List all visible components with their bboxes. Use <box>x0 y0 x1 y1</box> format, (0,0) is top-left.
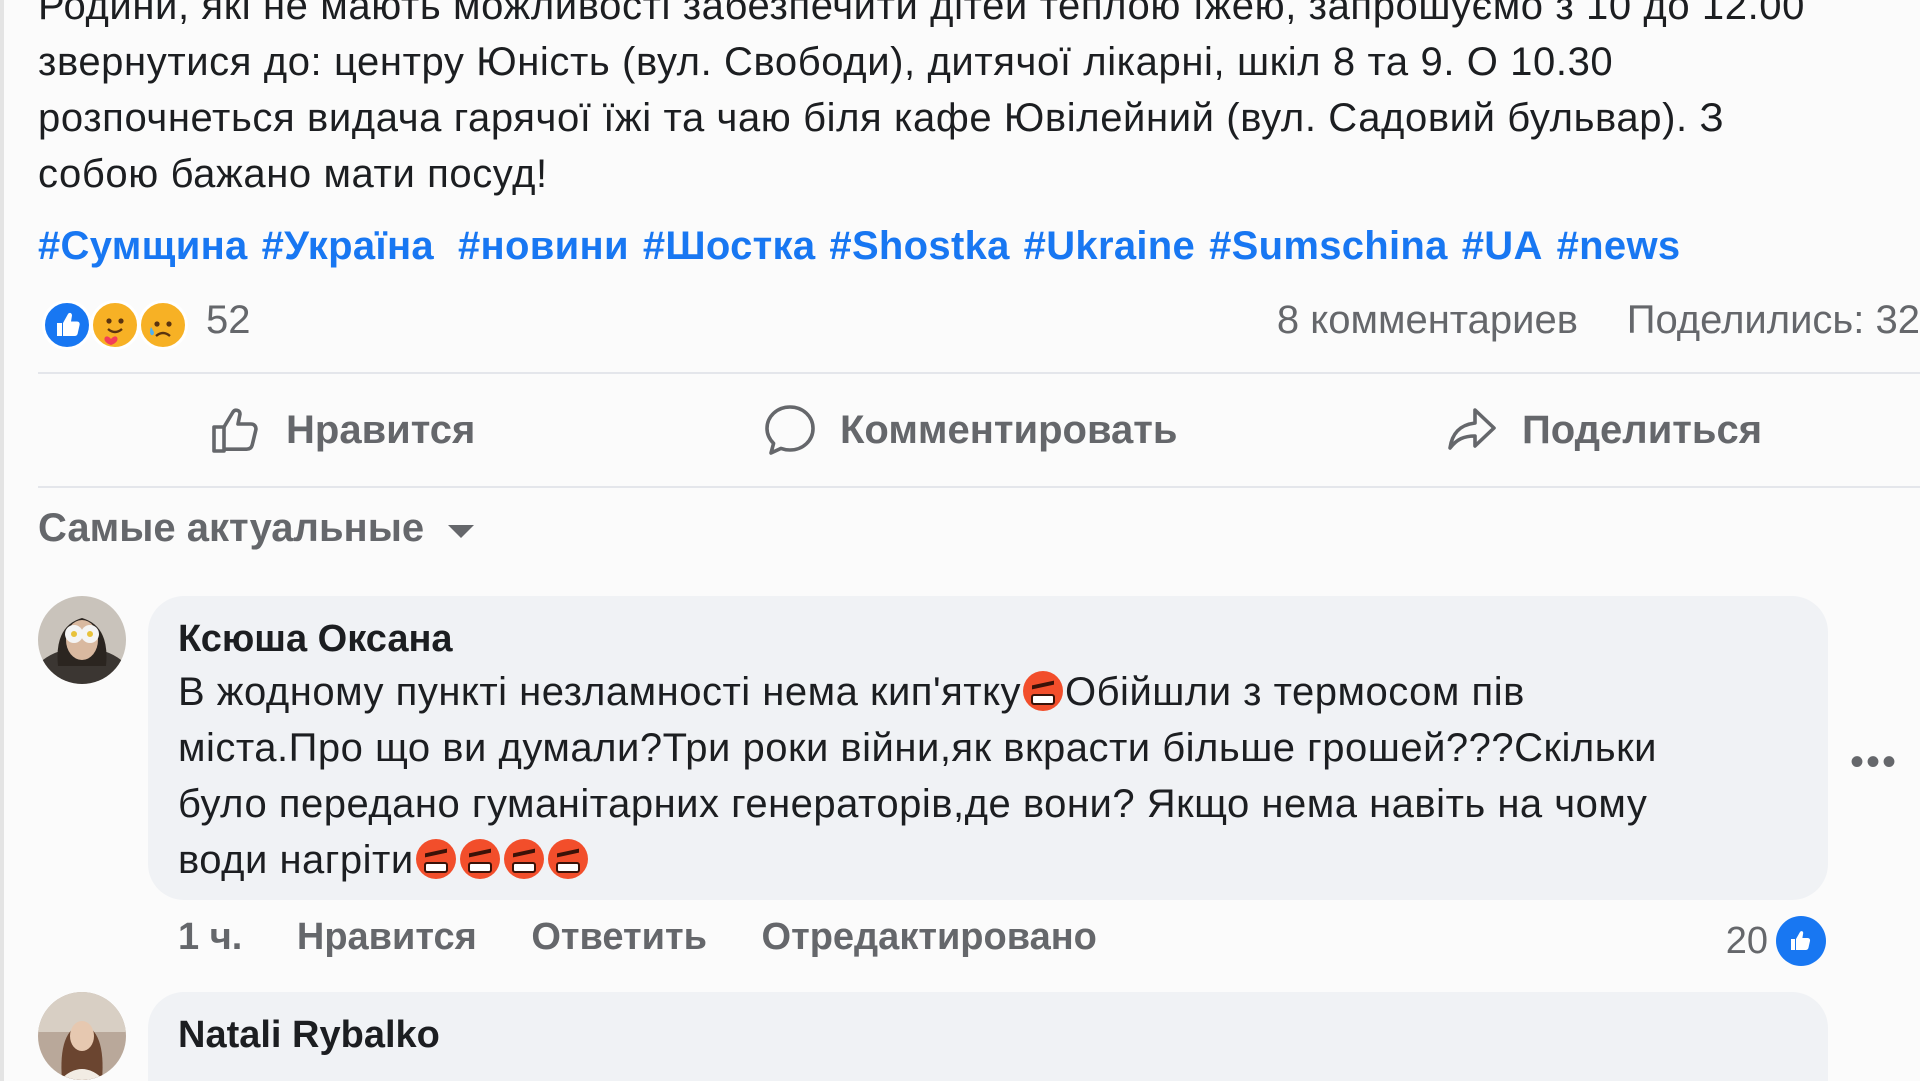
comments-sort-dropdown[interactable]: Самые актуальные <box>38 506 475 551</box>
commenter-avatar[interactable] <box>38 992 126 1080</box>
comment-likes[interactable]: 20 <box>1726 916 1826 966</box>
angry-face-emoji-icon <box>503 839 544 879</box>
post-page: Родини, які не мають можливості забезпеч… <box>0 0 1920 1081</box>
hashtag-link[interactable]: #Сумщина <box>38 224 248 268</box>
post-body-text: Родини, які не мають можливості забезпеч… <box>38 0 1908 202</box>
caret-down-icon <box>448 525 475 538</box>
comment-bubble-icon <box>765 405 815 455</box>
divider <box>38 486 1920 488</box>
comment-text-segment: В жодному пункті незламності нема кип'ят… <box>178 670 1022 714</box>
care-reaction-icon <box>90 300 140 350</box>
post-text-line: розпочнеться видача гарячої їжі та чаю б… <box>38 96 1725 140</box>
comment-text-segment: води нагріти <box>178 838 414 882</box>
comment-author[interactable]: Natali Rybalko <box>178 1014 440 1057</box>
hashtags-row: #Сумщина #Україна #новини #Шостка #Shostka #U… <box>38 224 1694 269</box>
angry-face-emoji-icon <box>459 839 500 879</box>
comment-likes-count: 20 <box>1725 919 1768 962</box>
like-reaction-icon <box>42 300 92 350</box>
left-edge-border <box>0 0 4 1081</box>
reactions-summary: 52 8 комментариев Поделились: 32 <box>38 296 1920 356</box>
hashtag-link[interactable]: #Україна <box>262 224 434 268</box>
reaction-count[interactable]: 52 <box>206 298 251 343</box>
comment-like-link[interactable]: Нравится <box>297 916 477 958</box>
hashtag-link[interactable]: #Ukraine <box>1024 224 1195 268</box>
comment-edited-label[interactable]: Отредактировано <box>762 916 1097 958</box>
reaction-icons-group[interactable] <box>42 300 192 354</box>
comment-button-label: Комментировать <box>840 407 1178 452</box>
hashtag-link[interactable]: #новини <box>458 224 629 268</box>
commenter-avatar[interactable] <box>38 596 126 684</box>
hashtag-link[interactable]: #Sumschina <box>1209 224 1448 268</box>
share-arrow-icon <box>1448 408 1496 450</box>
hashtag-link[interactable]: #Shostka <box>829 224 1009 268</box>
comment-text-line: води нагріти <box>178 832 1657 888</box>
hashtag-link[interactable]: #UA <box>1462 224 1543 268</box>
shares-count-link[interactable]: Поделились: 32 <box>1627 298 1920 343</box>
like-button-label: Нравится <box>286 407 476 452</box>
like-button[interactable]: Нравится <box>208 374 475 486</box>
hashtag-link[interactable]: #news <box>1557 224 1681 268</box>
comment-text-line: В жодному пункті незламності нема кип'ят… <box>178 664 1657 720</box>
like-badge-icon <box>1776 916 1826 966</box>
share-button[interactable]: Поделиться <box>1444 374 1762 486</box>
comment-author[interactable]: Ксюша Оксана <box>178 618 453 661</box>
comment-bubble: Natali Rybalko <box>148 992 1828 1081</box>
comment-bubble: Ксюша Оксана В жодному пункті незламност… <box>148 596 1828 900</box>
angry-face-emoji-icon <box>415 839 456 879</box>
comments-sort-label: Самые актуальные <box>38 506 425 550</box>
post-text-line: звернутися до: центру Юність (вул. Свобо… <box>38 40 1614 84</box>
comment-text-line: міста.Про що ви думали?Три роки війни,як… <box>178 726 1657 770</box>
comment-text-line: було передано гуманітарних генераторів,д… <box>178 782 1648 826</box>
angry-face-emoji-icon <box>1023 671 1064 711</box>
comment-meta-row: 1 ч. Нравится Ответить Отредактировано <box>178 916 1141 959</box>
comment-reply-link[interactable]: Ответить <box>531 916 707 958</box>
comment-button[interactable]: Комментировать <box>762 374 1177 486</box>
comment-text: В жодному пункті незламності нема кип'ят… <box>178 664 1657 888</box>
comment-text-segment: Обійшли з термосом пів <box>1065 670 1525 714</box>
thumbs-up-icon <box>212 408 258 453</box>
more-options-icon[interactable]: ••• <box>1850 740 1898 785</box>
post-text-line: Родини, які не мають можливості забезпеч… <box>38 0 1806 28</box>
angry-face-emoji-icon <box>547 839 588 879</box>
share-button-label: Поделиться <box>1522 407 1763 452</box>
post-actions-bar: Нравится Комментировать Поделиться <box>38 374 1920 486</box>
comments-count-link[interactable]: 8 комментариев <box>1277 298 1578 343</box>
comment-timestamp[interactable]: 1 ч. <box>178 916 242 958</box>
sad-reaction-icon <box>138 300 188 350</box>
post-text-line: собою бажано мати посуд! <box>38 152 548 196</box>
hashtag-link[interactable]: #Шостка <box>643 224 816 268</box>
